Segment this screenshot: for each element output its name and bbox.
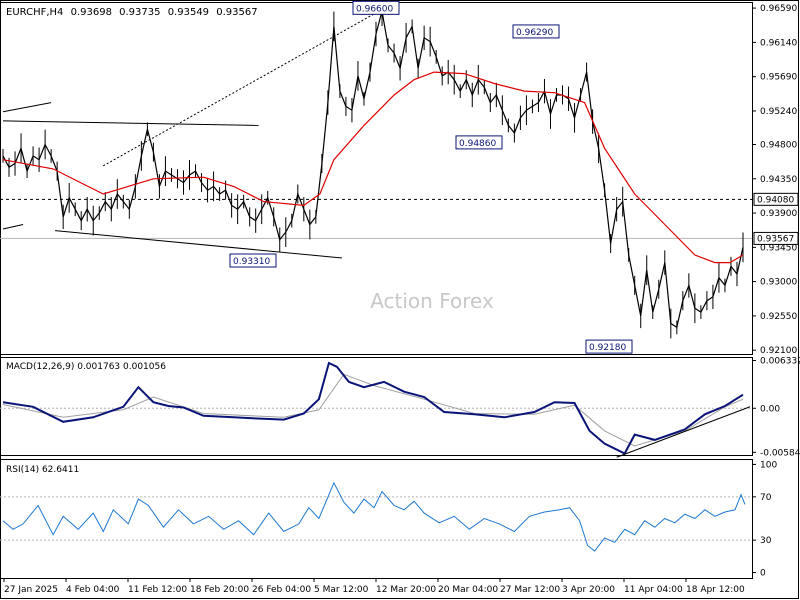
swing-label-text: 0.94860 [459, 139, 496, 149]
time-axis-label: 11 Apr 04:00 [624, 585, 683, 595]
chart-canvas: EURCHF,H4 0.93698 0.93735 0.93549 0.9356… [0, 0, 800, 599]
trendline [2, 223, 24, 230]
price-axis-tick-label: 0.96590 [760, 4, 797, 14]
price-axis-tick-label: 0.92100 [760, 346, 797, 356]
close-value: 0.93567 [216, 7, 257, 18]
watermark: Action Forex [370, 289, 494, 313]
rsi-title: RSI(14) 62.6411 [6, 465, 79, 475]
time-axis-label: 20 Mar 04:00 [438, 585, 498, 595]
price-axis-tick-label: 0.93900 [760, 209, 797, 219]
trendline [55, 230, 342, 259]
rsi-line [2, 481, 746, 552]
macd-axis-tick-label: -0.005845 [760, 448, 800, 458]
time-axis-label: 18 Apr 12:00 [686, 585, 745, 595]
macd-title: MACD(12,26,9) 0.001763 0.001056 [6, 362, 166, 372]
swing-label-text: 0.93310 [233, 257, 270, 267]
level-tag-label: 0.94080 [757, 195, 794, 205]
price-axis-tick-label: 0.93000 [760, 278, 797, 288]
price-axis-tick-label: 0.94350 [760, 175, 797, 185]
time-axis-label: 11 Feb 12:00 [128, 585, 187, 595]
price-series-line [2, 10, 744, 329]
rsi-pane-frame [0, 459, 753, 579]
rsi-axis-tick-label: 100 [760, 460, 777, 470]
macd-axis-tick-label: 0.006332 [760, 357, 800, 367]
time-axis-label: 12 Mar 20:00 [376, 585, 436, 595]
time-axis-label: 26 Feb 04:00 [252, 585, 311, 595]
price-axis-tick-label: 0.96140 [760, 38, 797, 48]
macd-trendline [616, 406, 751, 458]
high-value: 0.93735 [119, 7, 160, 18]
price-axis-tick-label: 0.94800 [760, 140, 797, 150]
rsi-axis-tick-label: 0 [760, 569, 766, 579]
swing-label-text: 0.92180 [589, 343, 626, 353]
macd-axis-tick-label: 0.00 [760, 404, 780, 414]
time-axis-label: 3 Apr 20:00 [562, 585, 615, 595]
trendline [2, 102, 52, 113]
swing-label-text: 0.96290 [516, 28, 553, 38]
chart-header: EURCHF,H4 0.93698 0.93735 0.93549 0.9356… [6, 7, 258, 18]
price-axis-tick-label: 0.95240 [760, 107, 797, 117]
time-axis-label: 27 Jan 2025 [4, 585, 58, 595]
time-axis-label: 5 Mar 12:00 [314, 585, 369, 595]
low-value: 0.93549 [168, 7, 209, 18]
rsi-axis-tick-label: 70 [760, 493, 772, 503]
time-axis-label: 27 Mar 12:00 [500, 585, 560, 595]
moving-average-line [2, 71, 744, 264]
price-axis-tick-label: 0.95690 [760, 73, 797, 83]
swing-label-text: 0.96600 [356, 4, 393, 14]
time-axis-label: 4 Feb 04:00 [66, 585, 120, 595]
rsi-axis-tick-label: 30 [760, 536, 772, 546]
trendline [2, 120, 259, 126]
price-axis-tick-label: 0.92550 [760, 312, 797, 322]
symbol-label: EURCHF,H4 [6, 7, 63, 18]
macd-pane-frame [0, 357, 753, 456]
open-value: 0.93698 [71, 7, 112, 18]
level-tag-label: 0.93567 [757, 234, 794, 244]
time-axis-label: 18 Feb 20:00 [190, 585, 249, 595]
